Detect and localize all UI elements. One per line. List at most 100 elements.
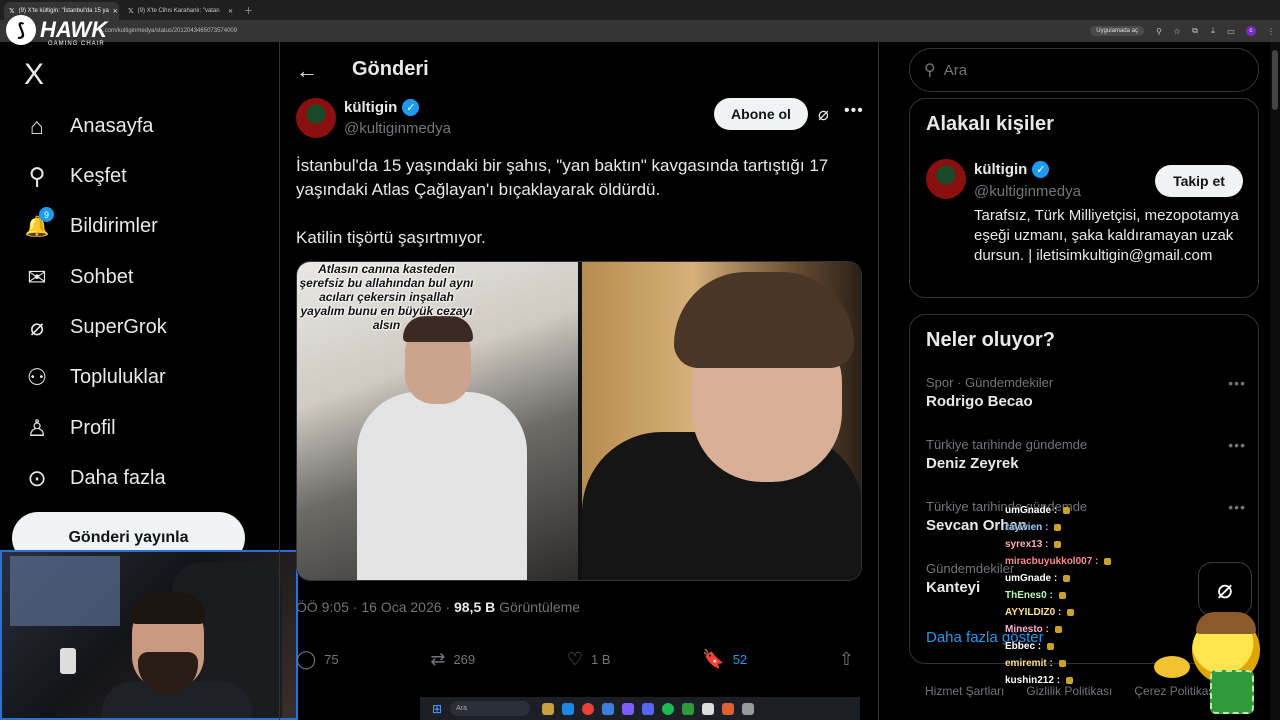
like-button[interactable]: ♡ 1 B <box>567 649 611 670</box>
chrome-icon[interactable] <box>582 702 595 715</box>
chat-message: syrex13 : <box>1005 536 1145 553</box>
close-tab-icon[interactable]: ✕ <box>224 8 233 15</box>
app-icon[interactable] <box>742 702 755 715</box>
post-photo[interactable] <box>582 262 861 580</box>
trend-name: Deniz Zeyrek <box>926 455 1019 472</box>
app-icon[interactable] <box>622 702 635 715</box>
related-people-box: Alakalı kişiler kültigin ✓ @kultiginmedy… <box>909 98 1259 298</box>
profile-avatar-icon[interactable]: c <box>1246 26 1256 36</box>
menu-icon[interactable]: ⋮ <box>1262 27 1280 36</box>
post-text: İstanbul'da 15 yaşındaki bir şahıs, "yan… <box>296 154 856 274</box>
trend-category: Türkiye tarihinde gündemde <box>926 437 1088 452</box>
post-meta: ÖÖ 9:05 · 16 Oca 2026 · 98,5 B Görüntüle… <box>296 599 580 615</box>
nav-item-notifications[interactable]: 🔔 9 Bildirimler <box>22 206 158 246</box>
browser-tab[interactable]: 𝕏 (9) X'te Cihıs Karahanlı: "vatan ✕ <box>123 2 238 20</box>
trends-title: Neler oluyor? <box>926 329 1055 351</box>
chat-username: Minesto : <box>1005 624 1049 635</box>
trend-item[interactable]: Türkiye tarihinde gündemde Deniz Zeyrek … <box>926 437 1246 472</box>
search-icon: ⚲ <box>28 162 46 189</box>
taskbar-search-label: Ara <box>456 705 467 712</box>
related-avatar[interactable] <box>926 159 966 199</box>
chat-username: Ebbec : <box>1005 641 1042 652</box>
discord-icon[interactable] <box>642 702 655 715</box>
app-icon[interactable] <box>682 702 695 715</box>
spotify-icon[interactable] <box>662 702 675 715</box>
nav-label: Keşfet <box>70 164 127 187</box>
follow-button[interactable]: Takip et <box>1155 165 1243 197</box>
chat-emote-icon <box>1104 558 1112 565</box>
chat-emote-icon <box>1054 626 1062 633</box>
browser-tab-bar: 𝕏 (9) X'te kültigin: "İstanbul'da 15 ya … <box>0 0 1280 20</box>
home-icon: ⌂ <box>30 112 44 139</box>
post-text-paragraph: İstanbul'da 15 yaşındaki bir şahıs, "yan… <box>296 156 829 199</box>
author-handle[interactable]: @kultiginmedya <box>344 120 451 137</box>
address-bar: x.com/kultiginmedya/status/2012043465073… <box>0 20 1280 42</box>
stream-chat-overlay: umGnade : raywien : syrex13 : miracbuyukkol… <box>1005 502 1145 689</box>
app-icon[interactable] <box>562 702 575 715</box>
bookmark-star-icon[interactable]: ☆ <box>1168 27 1186 36</box>
grok-icon[interactable]: ⌀ <box>818 104 829 125</box>
nav-item-home[interactable]: ⌂ Anasayfa <box>22 106 153 146</box>
sidebar-icon[interactable]: ▭ <box>1222 27 1240 36</box>
nav-item-profile[interactable]: ♙ Profil <box>22 408 116 448</box>
footer-link[interactable]: Hizmet Şartları <box>925 684 1004 698</box>
related-name-text: kültigin <box>974 161 1028 178</box>
image-overlay-text: Atlasın canına kasteden şerefsiz bu alla… <box>299 262 474 332</box>
open-in-app-button[interactable]: Uygulamada aç <box>1090 26 1144 36</box>
nav-item-supergrok[interactable]: ⌀ SuperGrok <box>22 307 167 347</box>
nav-label: Anasayfa <box>70 114 154 137</box>
zoom-icon[interactable]: ⚲ <box>1150 27 1168 36</box>
back-arrow-icon[interactable]: ← <box>296 58 318 84</box>
money-emote <box>1210 670 1254 714</box>
scrollbar-thumb[interactable] <box>1272 50 1278 110</box>
trend-more-icon[interactable]: ••• <box>1228 499 1246 515</box>
url-text[interactable]: x.com/kultiginmedya/status/2012043465073… <box>100 28 237 34</box>
app-icon[interactable] <box>602 702 615 715</box>
nav-item-more[interactable]: ⊙ Daha fazla <box>22 458 166 498</box>
app-icon[interactable] <box>722 702 735 715</box>
grok-icon: ⌀ <box>30 313 44 340</box>
bookmark-button[interactable]: 🔖 52 <box>702 649 747 670</box>
trend-more-icon[interactable]: ••• <box>1228 375 1246 391</box>
chat-username: syrex13 : <box>1005 539 1049 550</box>
grok-floating-button[interactable]: ⌀ <box>1198 562 1252 616</box>
author-name-text: kültigin <box>344 99 398 116</box>
post-media[interactable]: Atlasın canına kasteden şerefsiz bu alla… <box>296 261 862 581</box>
hawk-logo-icon: ⟆ <box>6 15 36 45</box>
author-name[interactable]: kültigin ✓ <box>344 99 420 116</box>
bell-icon: 🔔 9 <box>22 207 54 241</box>
taskbar-search[interactable]: Ara <box>450 701 531 716</box>
download-icon[interactable]: ⤓ <box>1204 26 1222 36</box>
footer-link[interactable]: Çerez Politikası <box>1134 684 1217 698</box>
share-button[interactable]: ⇧ <box>839 649 862 670</box>
subscribe-button[interactable]: Abone ol <box>714 98 808 130</box>
app-icon[interactable] <box>702 702 715 715</box>
mail-icon: ✉ <box>27 263 47 290</box>
trend-item[interactable]: Spor · Gündemdekiler Rodrigo Becao ••• <box>926 375 1246 410</box>
post-photo[interactable]: Atlasın canına kasteden şerefsiz bu alla… <box>297 262 578 580</box>
x-logo-icon[interactable]: X <box>24 58 44 92</box>
more-options-icon[interactable]: ••• <box>844 102 864 120</box>
related-handle[interactable]: @kultiginmedya <box>974 183 1081 200</box>
chat-emote-icon <box>1067 609 1075 616</box>
trend-more-icon[interactable]: ••• <box>1228 437 1246 453</box>
nav-item-explore[interactable]: ⚲ Keşfet <box>22 156 127 196</box>
nav-item-communities[interactable]: ⚇ Topluluklar <box>22 357 166 397</box>
nav-item-messages[interactable]: ✉ Sohbet <box>22 257 133 297</box>
app-icon[interactable] <box>542 702 555 715</box>
page-title: Gönderi <box>352 58 429 80</box>
author-avatar[interactable] <box>296 98 336 138</box>
windows-start-icon[interactable]: ⊞ <box>432 702 442 716</box>
chat-username: emiremit : <box>1005 658 1053 669</box>
page-scrollbar[interactable] <box>1270 42 1280 720</box>
reply-button[interactable]: ◯ 75 <box>296 649 339 670</box>
chat-message: umGnade : <box>1005 570 1145 587</box>
search-placeholder: Ara <box>943 61 968 79</box>
repost-button[interactable]: ⇄ 269 <box>430 649 475 670</box>
post-time[interactable]: ÖÖ 9:05 · 16 Oca 2026 · <box>296 599 454 615</box>
nav-label: Daha fazla <box>70 466 166 489</box>
new-tab-icon[interactable]: ＋ <box>244 2 253 20</box>
related-name[interactable]: kültigin ✓ <box>974 161 1050 178</box>
extensions-icon[interactable]: ⧉ <box>1186 26 1204 36</box>
search-input[interactable]: ⚲ Ara <box>909 48 1259 92</box>
